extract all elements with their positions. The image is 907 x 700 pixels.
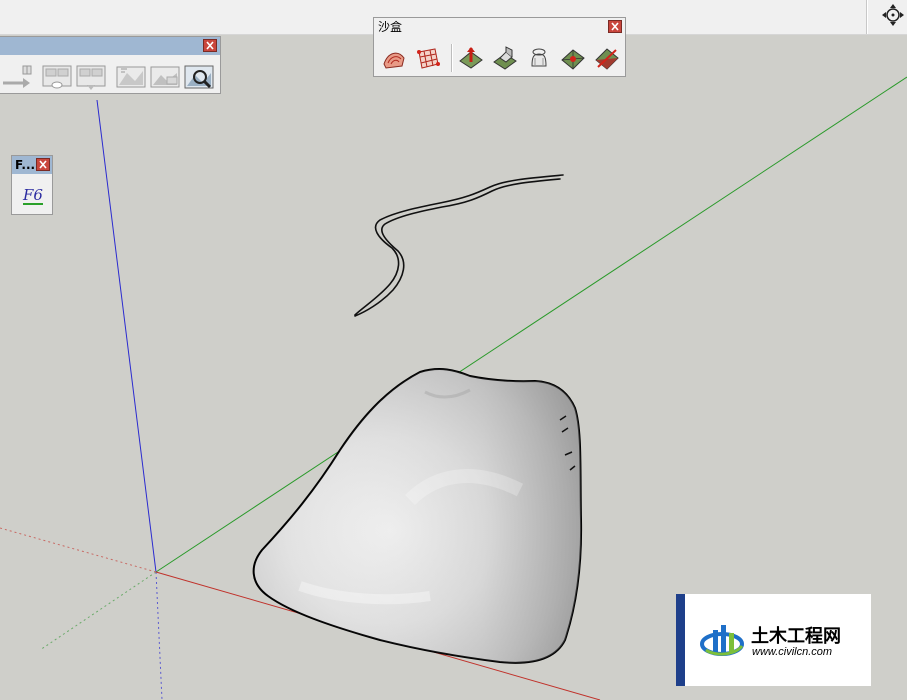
- from-contours-icon[interactable]: [380, 44, 408, 72]
- standard-view-icon[interactable]: [75, 63, 107, 91]
- x-axis-hidden: [0, 527, 157, 573]
- watermark-bar: [676, 594, 685, 686]
- watermark: 土木工程网 www.civilcn.com: [676, 594, 871, 686]
- f6-button[interactable]: F6: [20, 182, 46, 208]
- y-axis-hidden: [39, 571, 157, 651]
- watermark-url: www.civilcn.com: [752, 646, 833, 658]
- close-icon[interactable]: [36, 158, 50, 171]
- smoove-icon[interactable]: [457, 44, 485, 72]
- add-detail-icon[interactable]: [559, 44, 587, 72]
- close-icon[interactable]: [608, 20, 622, 33]
- z-axis-hidden: [155, 571, 163, 700]
- zoom-extents-icon[interactable]: [183, 63, 215, 91]
- watermark-name: 土木工程网: [751, 626, 841, 647]
- sandbox-toolbar-title[interactable]: 沙盒: [374, 18, 625, 36]
- from-scratch-icon[interactable]: [414, 44, 442, 72]
- views-toolbar[interactable]: [0, 36, 221, 94]
- path-curve[interactable]: [354, 174, 564, 317]
- drape-icon[interactable]: [525, 44, 553, 72]
- z-axis: [96, 99, 157, 573]
- flip-edge-icon[interactable]: [593, 44, 621, 72]
- top-view-icon[interactable]: [149, 63, 181, 91]
- toolbar-separator: [451, 44, 453, 72]
- civilcn-logo: [700, 620, 746, 660]
- f6-button-label: F6: [22, 186, 43, 204]
- stamp-icon[interactable]: [491, 44, 519, 72]
- next-view-icon[interactable]: [41, 63, 73, 91]
- views-toolbar-title[interactable]: [0, 37, 220, 55]
- close-icon[interactable]: [203, 39, 217, 52]
- terrain-mesh[interactable]: [252, 368, 583, 664]
- previous-view-icon[interactable]: [1, 63, 33, 91]
- iso-view-icon[interactable]: [115, 63, 147, 91]
- f6-toolbar[interactable]: F... F6: [11, 155, 53, 215]
- sandbox-toolbar[interactable]: 沙盒: [373, 17, 626, 77]
